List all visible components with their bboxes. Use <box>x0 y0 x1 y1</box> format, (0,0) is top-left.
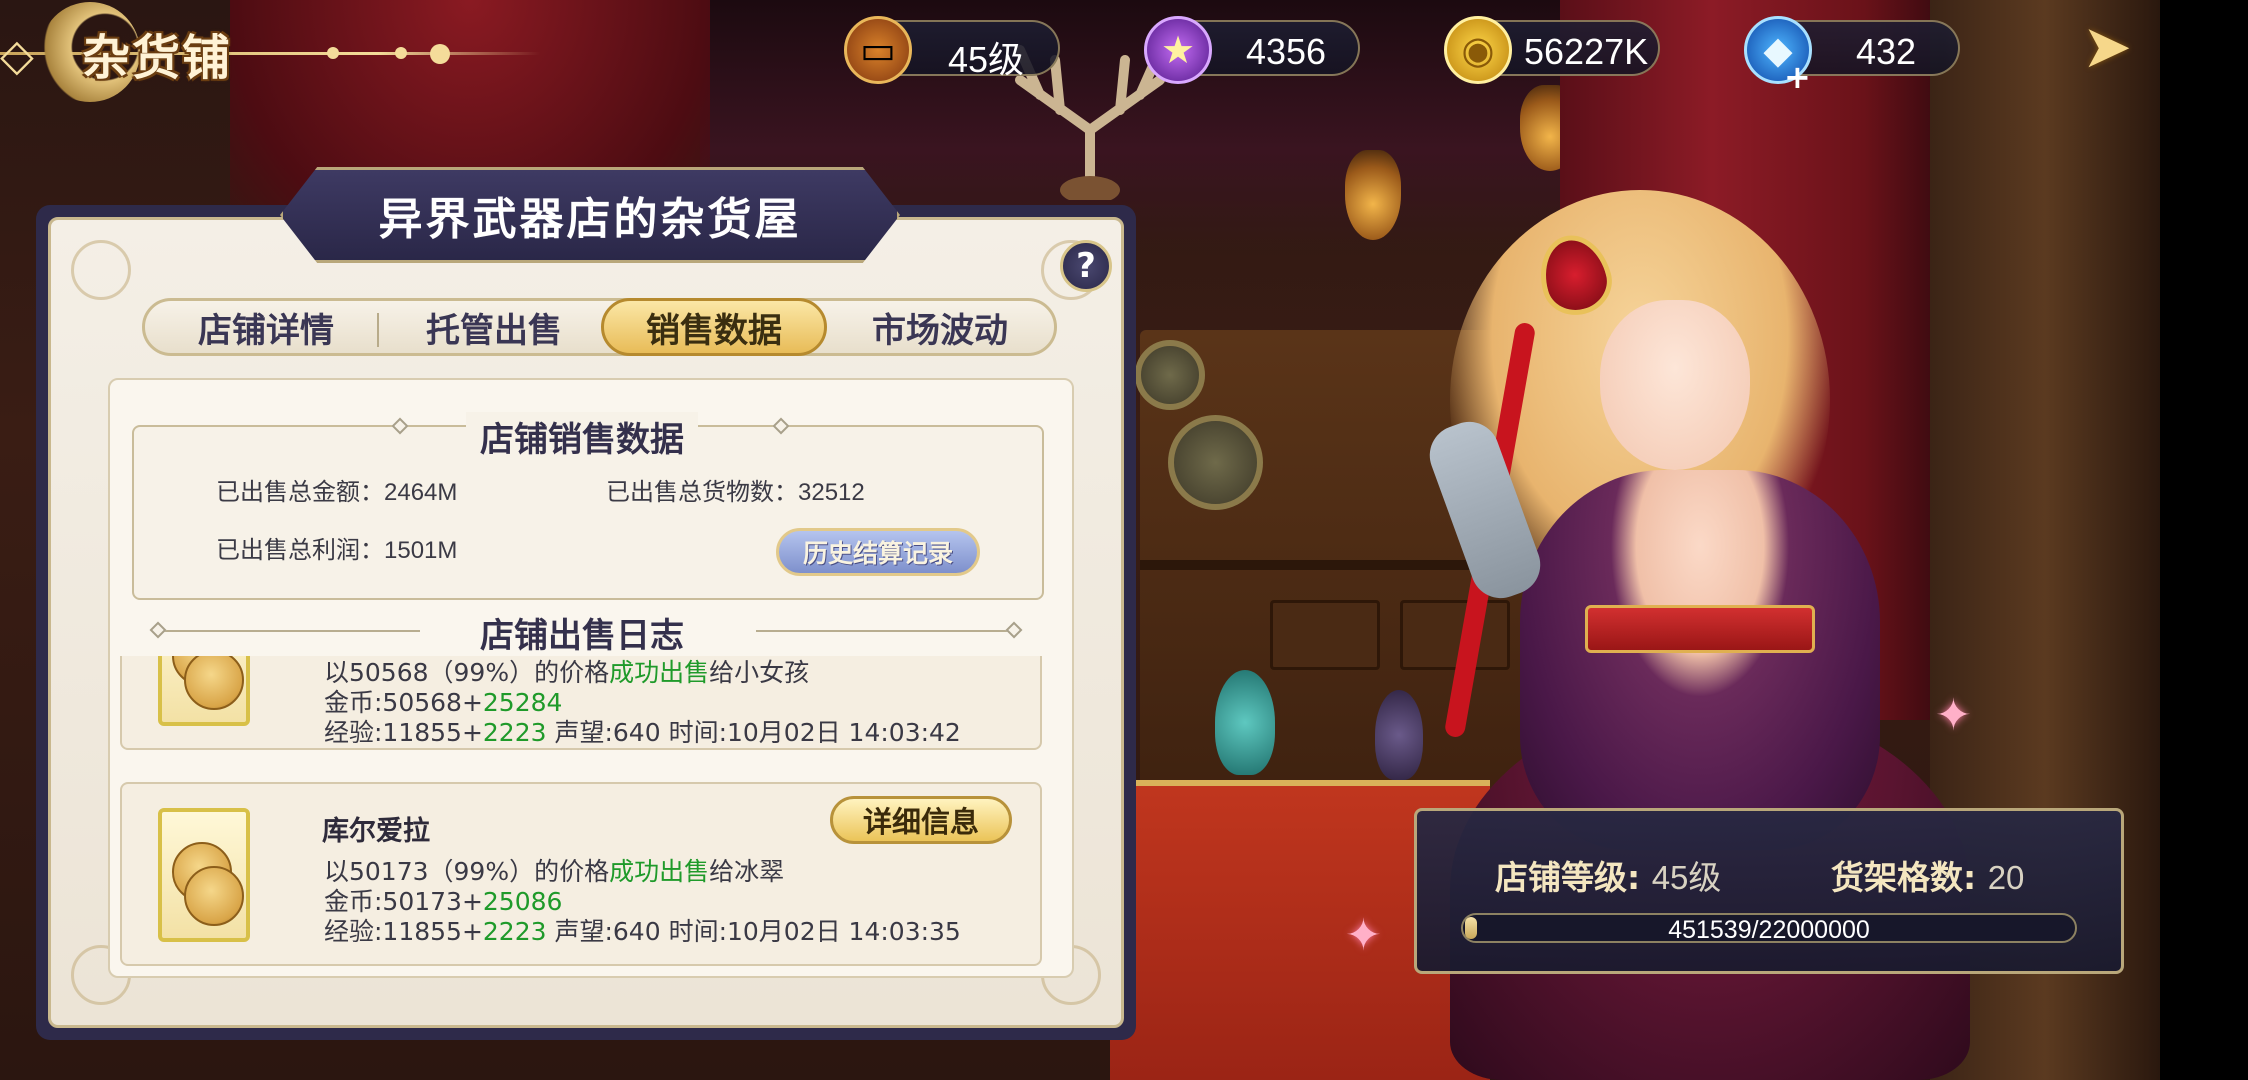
detail-info-button[interactable]: 详细信息 <box>830 796 1012 844</box>
log-entry: 库尔爱拉 详细信息 以50173（99%）的价格成功出售给冰翠 金币:50173… <box>120 782 1042 966</box>
sparkle-icon: ✦ <box>1935 690 1972 741</box>
total-goods-label: 已出售总货物数： <box>606 478 798 506</box>
total-goods-value: 32512 <box>798 479 865 506</box>
sparkle-icon: ✦ <box>1345 910 1382 961</box>
shop-level-label: 店铺等级: <box>1495 858 1641 897</box>
resource-value: 432 <box>1855 31 1917 72</box>
back-arrow-icon[interactable]: ◇ <box>0 30 34 81</box>
buyer-text: 给冰翠 <box>709 857 785 886</box>
shelf-slots-value: 20 <box>1987 859 2025 896</box>
shelf-slots-label: 货架格数: <box>1831 858 1977 897</box>
character-belt <box>1585 605 1815 653</box>
resource-value: 4356 <box>1245 31 1327 72</box>
tab-bar: 店铺详情 托管出售 销售数据 市场波动 <box>142 298 1057 356</box>
gold-coin-icon: ◉ <box>1444 16 1512 84</box>
corner-ornament <box>71 240 131 300</box>
hanging-lamp-left <box>1345 150 1401 240</box>
resource-gold: ◉ 56227K <box>1444 16 1660 84</box>
resource-shop-level: ▭ 45级 <box>844 16 1060 84</box>
total-profit: 已出售总利润：1501M <box>216 530 457 565</box>
exp-gain: 2223 <box>482 718 547 747</box>
forward-arrow-button[interactable]: ➤ <box>2060 10 2154 84</box>
item-cookie-icon <box>158 656 250 726</box>
title-dot <box>327 47 339 59</box>
purple-star-icon: ★ <box>1144 16 1212 84</box>
title-dot <box>395 47 407 59</box>
potion-bottle <box>1215 670 1275 775</box>
log-title-rule <box>160 630 420 632</box>
reputation-time-text: 声望:640 时间:10月02日 14:03:42 <box>546 718 961 747</box>
sold-text: 成功出售 <box>609 658 710 687</box>
potion-bottle <box>1375 690 1423 780</box>
panel-title: 异界武器店的杂货屋 <box>378 194 802 245</box>
add-diamonds-icon[interactable]: + <box>1784 58 1811 96</box>
exp-text: 经验:11855+ <box>324 917 483 946</box>
total-profit-value: 1501M <box>384 537 458 564</box>
shelf-slots: 货架格数: 20 <box>1831 851 2024 899</box>
shop-title-badge: ◇ 杂货铺 <box>0 0 560 110</box>
cookie-shape <box>184 656 244 710</box>
log-title-rule <box>756 630 1012 632</box>
shop-exp-text: 451539/22000000 <box>1668 916 1870 944</box>
help-button[interactable]: ? <box>1060 240 1112 292</box>
total-amount-value: 2464M <box>384 479 458 506</box>
decor-plate <box>1168 415 1263 510</box>
log-entry: 以50568（99%）的价格成功出售给小女孩 金币:50568+25284 经验… <box>120 656 1042 750</box>
shop-level-panel: 店铺等级: 45级 货架格数: 20 451539/22000000 <box>1414 808 2124 974</box>
item-cookie-icon <box>158 808 250 942</box>
shop-exp-bar: 451539/22000000 <box>1461 913 2077 944</box>
buyer-text: 给小女孩 <box>709 658 810 687</box>
character-face <box>1600 300 1750 470</box>
resource-stars: ★ 4356 <box>1144 16 1360 84</box>
shop-level-value: 45级 <box>1651 859 1722 896</box>
exp-text: 经验:11855+ <box>324 718 483 747</box>
tab-shop-details[interactable]: 店铺详情 <box>153 298 379 356</box>
cookie-shape <box>184 866 244 926</box>
panel-title-banner: 异界武器店的杂货屋 <box>280 167 900 263</box>
shop-level: 店铺等级: 45级 <box>1495 851 1721 899</box>
treasure-chest-icon: ▭ <box>844 16 912 84</box>
sales-log-list[interactable]: 以50568（99%）的价格成功出售给小女孩 金币:50568+25284 经验… <box>120 656 1042 966</box>
decor-plate <box>1135 340 1205 410</box>
resource-diamonds[interactable]: ◆ + 432 <box>1744 16 1960 96</box>
resource-value: 45级 <box>947 39 1025 80</box>
cabinet-drawer <box>1270 600 1380 670</box>
sold-text: 成功出售 <box>609 857 710 886</box>
exp-gain: 2223 <box>482 917 547 946</box>
history-records-button[interactable]: 历史结算记录 <box>776 528 980 576</box>
resource-value: 56227K <box>1524 31 1649 72</box>
tab-market-fluctuation[interactable]: 市场波动 <box>827 298 1053 356</box>
cabinet-drawer <box>1400 600 1510 670</box>
total-goods: 已出售总货物数：32512 <box>606 472 865 507</box>
item-name: 库尔爱拉 <box>322 816 430 847</box>
log-exp-line: 经验:11855+2223 声望:640 时间:10月02日 14:03:42 <box>324 713 961 749</box>
sales-log-title: 店铺出售日志 <box>480 616 684 656</box>
total-amount: 已出售总金额：2464M <box>216 472 457 507</box>
total-amount-label: 已出售总金额： <box>216 478 384 506</box>
tab-sales-data[interactable]: 销售数据 <box>601 298 827 356</box>
log-exp-line: 经验:11855+2223 声望:640 时间:10月02日 14:03:35 <box>324 912 961 948</box>
character-body <box>1520 470 1880 850</box>
total-profit-label: 已出售总利润： <box>216 536 384 564</box>
page-title: 杂货铺 <box>82 30 233 86</box>
tab-divider <box>377 313 379 347</box>
reputation-time-text: 声望:640 时间:10月02日 14:03:35 <box>546 917 961 946</box>
sales-data-title: 店铺销售数据 <box>466 412 698 461</box>
title-dot <box>430 44 450 64</box>
tab-consign-sale[interactable]: 托管出售 <box>381 298 607 356</box>
